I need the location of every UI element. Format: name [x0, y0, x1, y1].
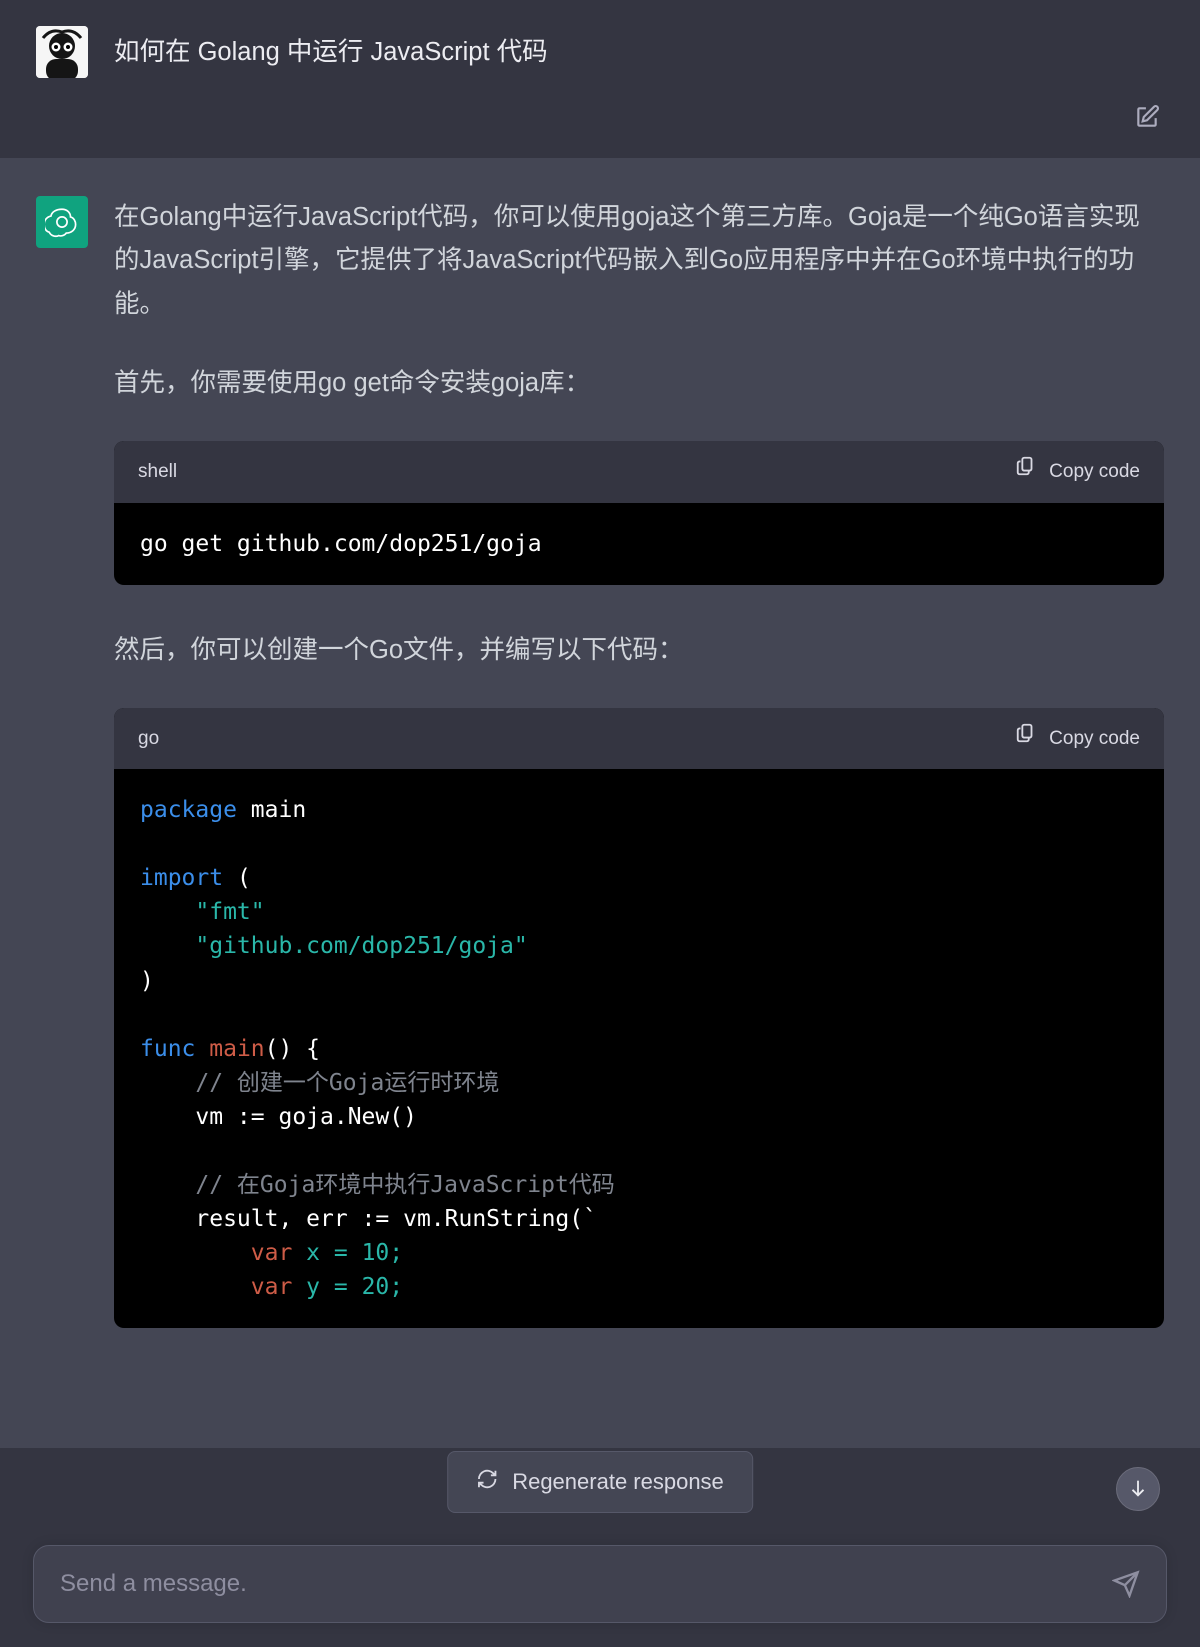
user-question-text: 如何在 Golang 中运行 JavaScript 代码 — [114, 26, 548, 71]
code-language-label: go — [138, 723, 159, 755]
code-language-label: shell — [138, 456, 177, 488]
copy-code-button[interactable]: Copy code — [1015, 455, 1140, 488]
code-content[interactable]: go get github.com/dop251/goja — [114, 503, 1164, 585]
code-block: go Copy code package main import ( "fmt"… — [114, 708, 1164, 1328]
copy-code-label: Copy code — [1049, 723, 1140, 755]
assistant-paragraph: 在Golang中运行JavaScript代码，你可以使用goja这个第三方库。G… — [114, 196, 1164, 326]
scroll-to-bottom-button[interactable] — [1116, 1467, 1160, 1511]
copy-code-label: Copy code — [1049, 456, 1140, 488]
edit-icon[interactable] — [1134, 104, 1160, 130]
code-block: shell Copy code go get github.com/dop251… — [114, 441, 1164, 584]
clipboard-icon — [1015, 722, 1037, 755]
assistant-message-row: 在Golang中运行JavaScript代码，你可以使用goja这个第三方库。G… — [0, 158, 1200, 1448]
user-avatar — [36, 26, 88, 78]
assistant-avatar — [36, 196, 88, 248]
send-icon[interactable] — [1112, 1570, 1140, 1598]
refresh-icon — [476, 1468, 498, 1496]
assistant-body: 在Golang中运行JavaScript代码，你可以使用goja这个第三方库。G… — [114, 196, 1164, 1328]
assistant-paragraph: 然后，你可以创建一个Go文件，并编写以下代码： — [114, 629, 1164, 672]
regenerate-response-label: Regenerate response — [512, 1469, 724, 1495]
copy-code-button[interactable]: Copy code — [1015, 722, 1140, 755]
clipboard-icon — [1015, 455, 1037, 488]
arrow-down-icon — [1127, 1477, 1149, 1502]
message-input[interactable] — [60, 1570, 1112, 1598]
user-message-row: 如何在 Golang 中运行 JavaScript 代码 — [0, 0, 1200, 96]
assistant-paragraph: 首先，你需要使用go get命令安装goja库： — [114, 362, 1164, 405]
code-content[interactable]: package main import ( "fmt" "github.com/… — [114, 769, 1164, 1327]
regenerate-response-button[interactable]: Regenerate response — [447, 1451, 753, 1513]
message-composer[interactable] — [33, 1545, 1167, 1623]
